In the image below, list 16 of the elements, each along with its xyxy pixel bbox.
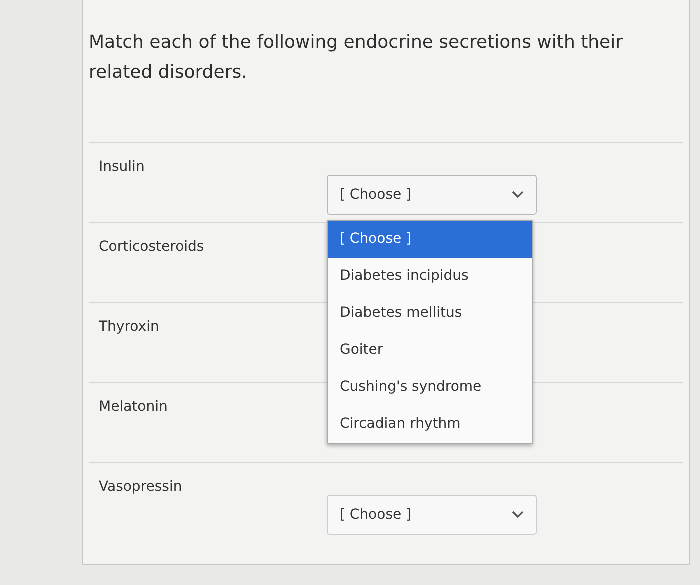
prompt-label: Melatonin bbox=[98, 399, 168, 415]
dropdown-option[interactable]: Circadian rhythm bbox=[328, 406, 532, 443]
prompt-label: Corticosteroids bbox=[98, 239, 204, 255]
dropdown-option[interactable]: [ Choose ] bbox=[328, 221, 532, 258]
dropdown-option[interactable]: Goiter bbox=[328, 332, 532, 369]
chevron-icon bbox=[512, 191, 524, 199]
prompt-label: Vasopressin bbox=[98, 479, 182, 495]
chevron-icon bbox=[512, 511, 524, 519]
prompt-label: Thyroxin bbox=[98, 319, 160, 335]
question-text: Match each of the following endocrine secretions with their related disorders. bbox=[89, 31, 624, 85]
answer-select[interactable]: [ Choose ] bbox=[327, 495, 537, 535]
dropdown-option[interactable]: Diabetes mellitus bbox=[328, 295, 532, 332]
dropdown-option[interactable]: Diabetes incipidus bbox=[328, 258, 532, 295]
answer-select[interactable]: [ Choose ] bbox=[327, 175, 537, 215]
dropdown-option[interactable]: Cushing's syndrome bbox=[328, 369, 532, 406]
prompt-label: Insulin bbox=[98, 159, 145, 175]
